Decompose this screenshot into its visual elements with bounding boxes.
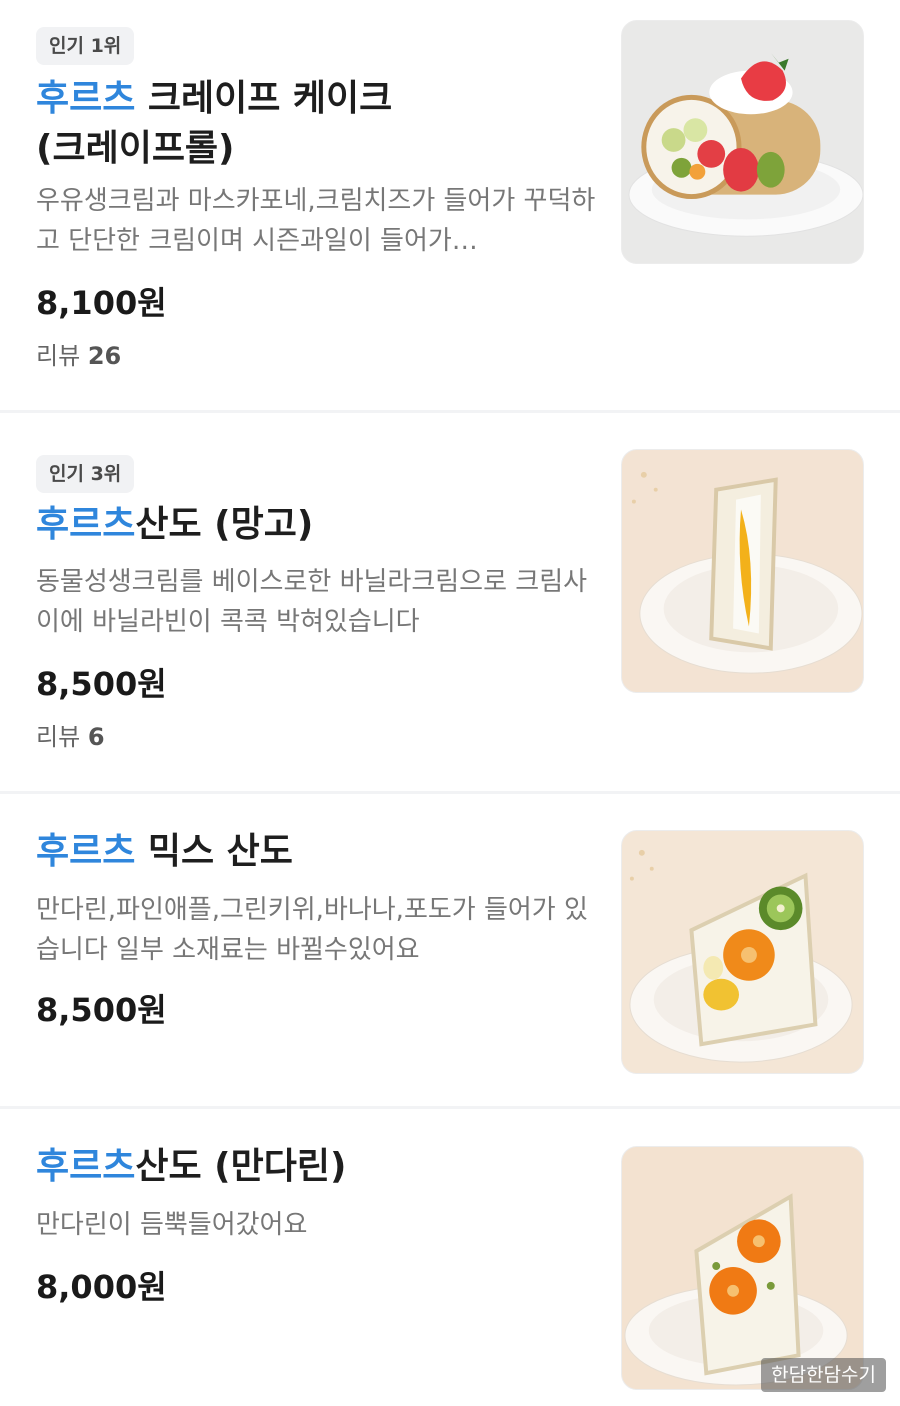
item-title: 후르츠 믹스 산도 xyxy=(36,827,596,877)
brand-name: 후르츠 xyxy=(36,1146,136,1187)
item-price: 8,500원 xyxy=(36,991,167,1029)
item-price: 8,000원 xyxy=(36,1268,167,1306)
title-text: 크레이프 케이크 xyxy=(135,78,393,119)
mandarin-sando-photo[interactable] xyxy=(621,1146,864,1390)
title-text: 산도 (만다린) xyxy=(135,1146,347,1187)
menu-item-mix-sando[interactable]: 후르츠 믹스 산도 만다린,파인애플,그린키위,바나나,포도가 들어가 있습니다… xyxy=(0,794,900,1106)
item-description: 우유생크림과 마스카포네,크림치즈가 들어가 꾸덕하고 단단한 크림이며 시즌과… xyxy=(36,186,596,256)
review-count: 리뷰 26 xyxy=(36,339,121,373)
item-description: 만다린이 듬뿍들어갔어요 xyxy=(36,1210,308,1240)
item-price: 8,500원 xyxy=(36,665,167,703)
title-text: 산도 (망고) xyxy=(135,504,314,545)
item-title: 후르츠산도 (만다린) xyxy=(36,1142,596,1192)
item-title: 후르츠산도 (망고) xyxy=(36,500,596,550)
crepe-roll-cake-photo[interactable] xyxy=(621,20,864,264)
title-text: 믹스 산도 xyxy=(135,831,293,872)
brand-name: 후르츠 xyxy=(36,831,136,872)
menu-item-crepe-cake[interactable]: 인기 1위 후르츠 크레이프 케이크 (크레이프롤) 우유생크림과 마스카포네,… xyxy=(0,0,900,410)
mix-sando-photo[interactable] xyxy=(621,830,864,1074)
menu-item-mango-sando[interactable]: 인기 3위 후르츠산도 (망고) 동물성생크림를 베이스로한 바닐라크림으로 크… xyxy=(0,413,900,791)
item-description: 동물성생크림를 베이스로한 바닐라크림으로 크림사이에 바닐라빈이 콕콕 박혀있… xyxy=(36,567,588,637)
review-number: 26 xyxy=(87,342,122,370)
brand-name: 후르츠 xyxy=(36,78,136,119)
mango-sando-photo[interactable] xyxy=(621,449,864,693)
item-price: 8,100원 xyxy=(36,284,167,322)
item-title: 후르츠 크레이프 케이크 (크레이프롤) xyxy=(36,74,596,174)
review-label: 리뷰 xyxy=(36,723,81,751)
review-number: 6 xyxy=(87,723,105,751)
watermark: 한담한담수기 xyxy=(761,1358,886,1392)
title-line2: (크레이프롤) xyxy=(36,128,235,169)
item-description: 만다린,파인애플,그린키위,바나나,포도가 들어가 있습니다 일부 소재료는 바… xyxy=(36,895,588,965)
popularity-badge: 인기 1위 xyxy=(36,27,135,65)
popularity-badge: 인기 3위 xyxy=(36,455,135,493)
review-count: 리뷰 6 xyxy=(36,720,105,754)
brand-name: 후르츠 xyxy=(36,504,136,545)
review-label: 리뷰 xyxy=(36,342,81,370)
